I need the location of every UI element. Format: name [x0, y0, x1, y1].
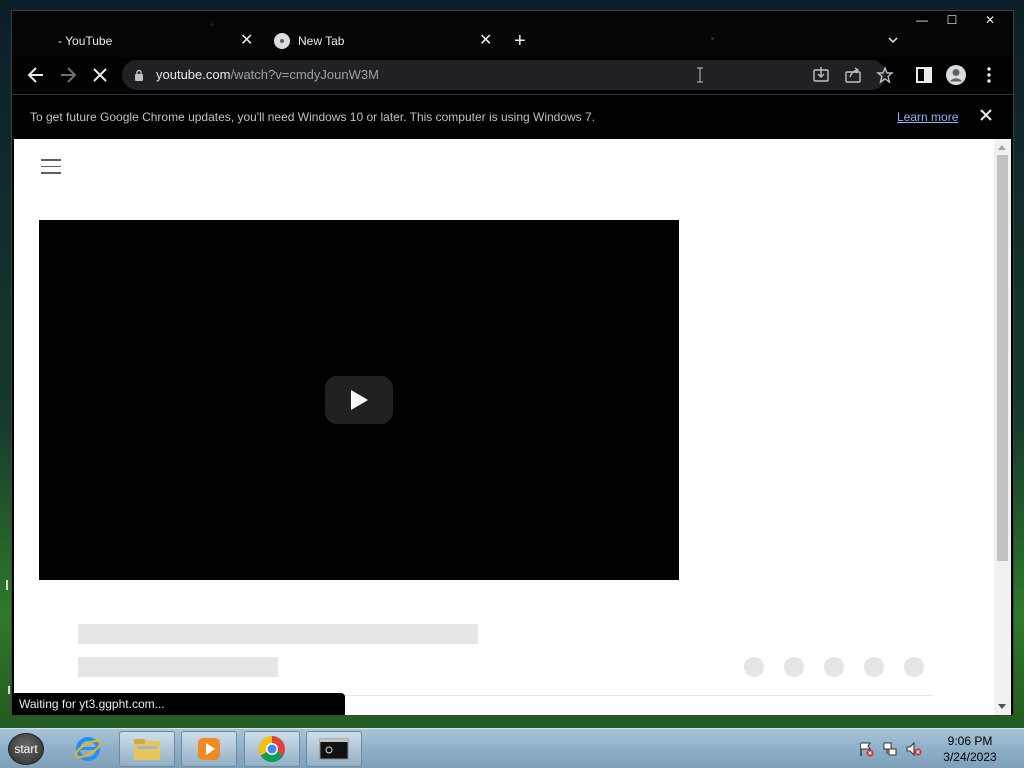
tab-close-icon[interactable]: ✕ — [479, 33, 492, 49]
terminal-icon — [319, 738, 349, 760]
menu-icon[interactable] — [41, 159, 61, 174]
scroll-thumb[interactable] — [997, 155, 1008, 561]
close-icon[interactable] — [978, 107, 994, 123]
volume-muted-icon[interactable] — [906, 741, 922, 757]
play-button[interactable] — [325, 376, 393, 424]
chrome-favicon-icon — [274, 33, 290, 49]
tab-close-icon[interactable]: ✕ — [240, 33, 253, 49]
address-bar[interactable]: youtube.com/watch?v=cmdyJounW3M — [122, 60, 894, 90]
internet-explorer-icon — [74, 737, 102, 761]
minimize-button[interactable]: — — [907, 11, 937, 29]
browser-toolbar: youtube.com/watch?v=cmdyJounW3M — [12, 57, 1013, 93]
url-host: youtube.com — [156, 67, 231, 82]
infobar-message: To get future Google Chrome updates, you… — [30, 110, 596, 124]
learn-more-link[interactable]: Learn more — [897, 110, 958, 124]
action-placeholder — [824, 657, 844, 677]
lock-icon[interactable] — [134, 69, 144, 81]
tab-title: - YouTube — [58, 34, 113, 48]
browser-window: - YouTube ✕ New Tab ✕ + — ☐ ✕ youtube.co… — [11, 10, 1014, 716]
new-tab-button[interactable]: + — [514, 31, 526, 51]
stop-loading-icon[interactable] — [90, 65, 110, 85]
install-app-icon[interactable] — [812, 66, 830, 84]
action-center-flag-icon[interactable] — [858, 741, 874, 757]
network-icon[interactable] — [882, 741, 898, 757]
tab-title: New Tab — [298, 34, 345, 48]
system-tray — [858, 741, 922, 757]
channel-placeholder — [78, 657, 278, 677]
forward-arrow-icon[interactable] — [58, 65, 78, 85]
vertical-scrollbar[interactable] — [994, 139, 1011, 715]
action-placeholder — [784, 657, 804, 677]
window-controls: — ☐ ✕ — [907, 11, 1013, 29]
desktop-icon-fragment — [6, 580, 8, 590]
tab-strip: - YouTube ✕ New Tab ✕ + — ☐ ✕ — [12, 11, 1013, 57]
chrome-icon — [258, 735, 285, 763]
maximize-button[interactable]: ☐ — [937, 11, 967, 29]
media-player-icon — [198, 738, 220, 760]
tab-search-chevron-icon[interactable] — [888, 35, 898, 45]
taskbar-chrome[interactable] — [244, 731, 300, 767]
title-placeholder — [78, 624, 478, 644]
taskbar-file-explorer[interactable] — [119, 731, 175, 767]
bookmark-star-icon[interactable] — [876, 66, 894, 84]
tab-new-tab[interactable]: New Tab ✕ — [266, 25, 498, 57]
back-arrow-icon[interactable] — [26, 65, 46, 85]
side-panel-icon[interactable] — [914, 65, 934, 85]
status-bubble: Waiting for yt3.ggpht.com... — [13, 693, 345, 715]
profile-avatar-icon[interactable] — [945, 64, 967, 86]
video-player[interactable] — [39, 220, 679, 580]
taskbar: start 9:06 PM 3/24/2023 — [0, 728, 1024, 768]
text-cursor-icon — [697, 67, 703, 83]
share-icon[interactable] — [844, 66, 862, 84]
url-path: /watch?v=cmdyJounW3M — [230, 67, 379, 82]
taskbar-command-prompt[interactable] — [306, 731, 362, 767]
update-infobar: To get future Google Chrome updates, you… — [12, 94, 1013, 138]
more-menu-icon[interactable] — [979, 65, 999, 85]
start-button[interactable]: start — [8, 733, 44, 765]
desktop-icon-fragment — [8, 686, 10, 694]
clock-date: 3/24/2023 — [943, 750, 997, 764]
taskbar-clock[interactable]: 9:06 PM 3/24/2023 — [930, 733, 1010, 765]
play-icon — [351, 390, 368, 410]
clock-time: 9:06 PM — [947, 734, 993, 748]
scroll-up-arrow-icon[interactable] — [998, 145, 1006, 150]
action-placeholder — [744, 657, 764, 677]
taskbar-media-player[interactable] — [181, 731, 237, 767]
taskbar-internet-explorer[interactable] — [60, 731, 116, 767]
close-window-button[interactable]: ✕ — [967, 11, 1013, 29]
tab-youtube[interactable]: - YouTube ✕ — [12, 25, 266, 57]
page-content — [14, 139, 1011, 715]
action-placeholder — [904, 657, 924, 677]
url-text[interactable]: youtube.com/watch?v=cmdyJounW3M — [156, 67, 379, 82]
folder-icon — [134, 739, 160, 760]
action-placeholder — [864, 657, 884, 677]
scroll-down-arrow-icon[interactable] — [998, 704, 1006, 709]
